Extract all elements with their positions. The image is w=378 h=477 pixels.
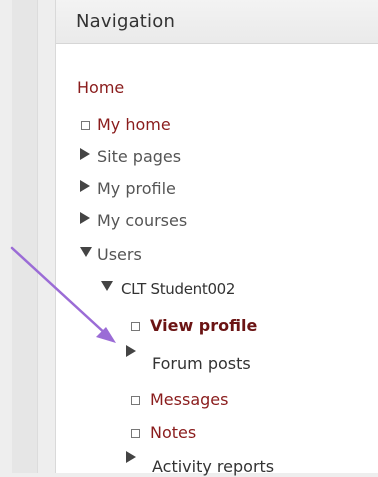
navigation-block-title: Navigation [76, 11, 176, 32]
leaf-bullet-icon [131, 429, 140, 438]
leaf-bullet-icon [131, 322, 140, 331]
page-left-gutter [0, 0, 12, 473]
nav-item-site-pages[interactable]: Site pages [97, 147, 181, 167]
nav-item-my-courses[interactable]: My courses [97, 211, 187, 231]
nav-item-home[interactable]: Home [77, 78, 124, 98]
navigation-block-header: Navigation [56, 0, 378, 44]
leaf-bullet-icon [131, 396, 140, 405]
expand-arrow-icon[interactable] [80, 180, 90, 192]
left-region [12, 0, 38, 473]
nav-item-view-profile[interactable]: View profile [150, 316, 257, 336]
nav-item-activity-reports[interactable]: Activity reports [152, 457, 274, 477]
nav-item-messages[interactable]: Messages [150, 390, 228, 410]
nav-item-my-home[interactable]: My home [97, 115, 171, 135]
nav-item-student[interactable]: CLT Student002 [121, 279, 235, 299]
expand-arrow-icon[interactable] [126, 451, 136, 463]
nav-item-notes[interactable]: Notes [150, 423, 196, 443]
nav-item-forum-posts[interactable]: Forum posts [152, 354, 251, 374]
expand-arrow-icon[interactable] [80, 148, 90, 160]
expand-arrow-icon[interactable] [126, 345, 136, 357]
nav-item-users[interactable]: Users [97, 245, 142, 265]
expand-arrow-icon[interactable] [80, 212, 90, 224]
nav-item-my-profile[interactable]: My profile [97, 179, 176, 199]
collapse-arrow-icon[interactable] [101, 281, 113, 291]
collapse-arrow-icon[interactable] [80, 247, 92, 257]
leaf-bullet-icon [81, 121, 90, 130]
